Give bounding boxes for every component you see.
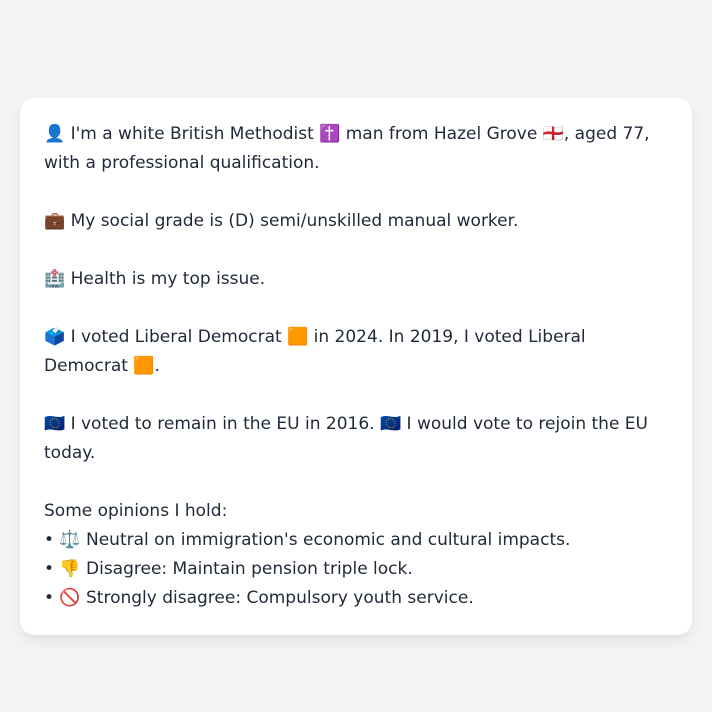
opinions-block: Some opinions I hold: • ⚖️ Neutral on im… xyxy=(44,497,668,613)
voting-history-text: 🗳️ I voted Liberal Democrat 🟧 in 2024. I… xyxy=(44,327,586,376)
bubble-tail xyxy=(40,612,80,633)
opinion-item: • 🚫 Strongly disagree: Compulsory youth … xyxy=(44,588,474,608)
social-grade-text: 💼 My social grade is (D) semi/unskilled … xyxy=(44,211,519,231)
opinion-item: • ⚖️ Neutral on immigration's economic a… xyxy=(44,530,571,550)
opinions-heading: Some opinions I hold: xyxy=(44,501,228,521)
eu-vote-text: 🇪🇺 I voted to remain in the EU in 2016. … xyxy=(44,414,648,463)
persona-bubble: 👤 I'm a white British Methodist ✝️ man f… xyxy=(20,98,692,635)
opinion-item: • 👎 Disagree: Maintain pension triple lo… xyxy=(44,559,413,579)
top-issue-text: 🏥 Health is my top issue. xyxy=(44,269,266,289)
identity-text: 👤 I'm a white British Methodist ✝️ man f… xyxy=(44,124,650,173)
